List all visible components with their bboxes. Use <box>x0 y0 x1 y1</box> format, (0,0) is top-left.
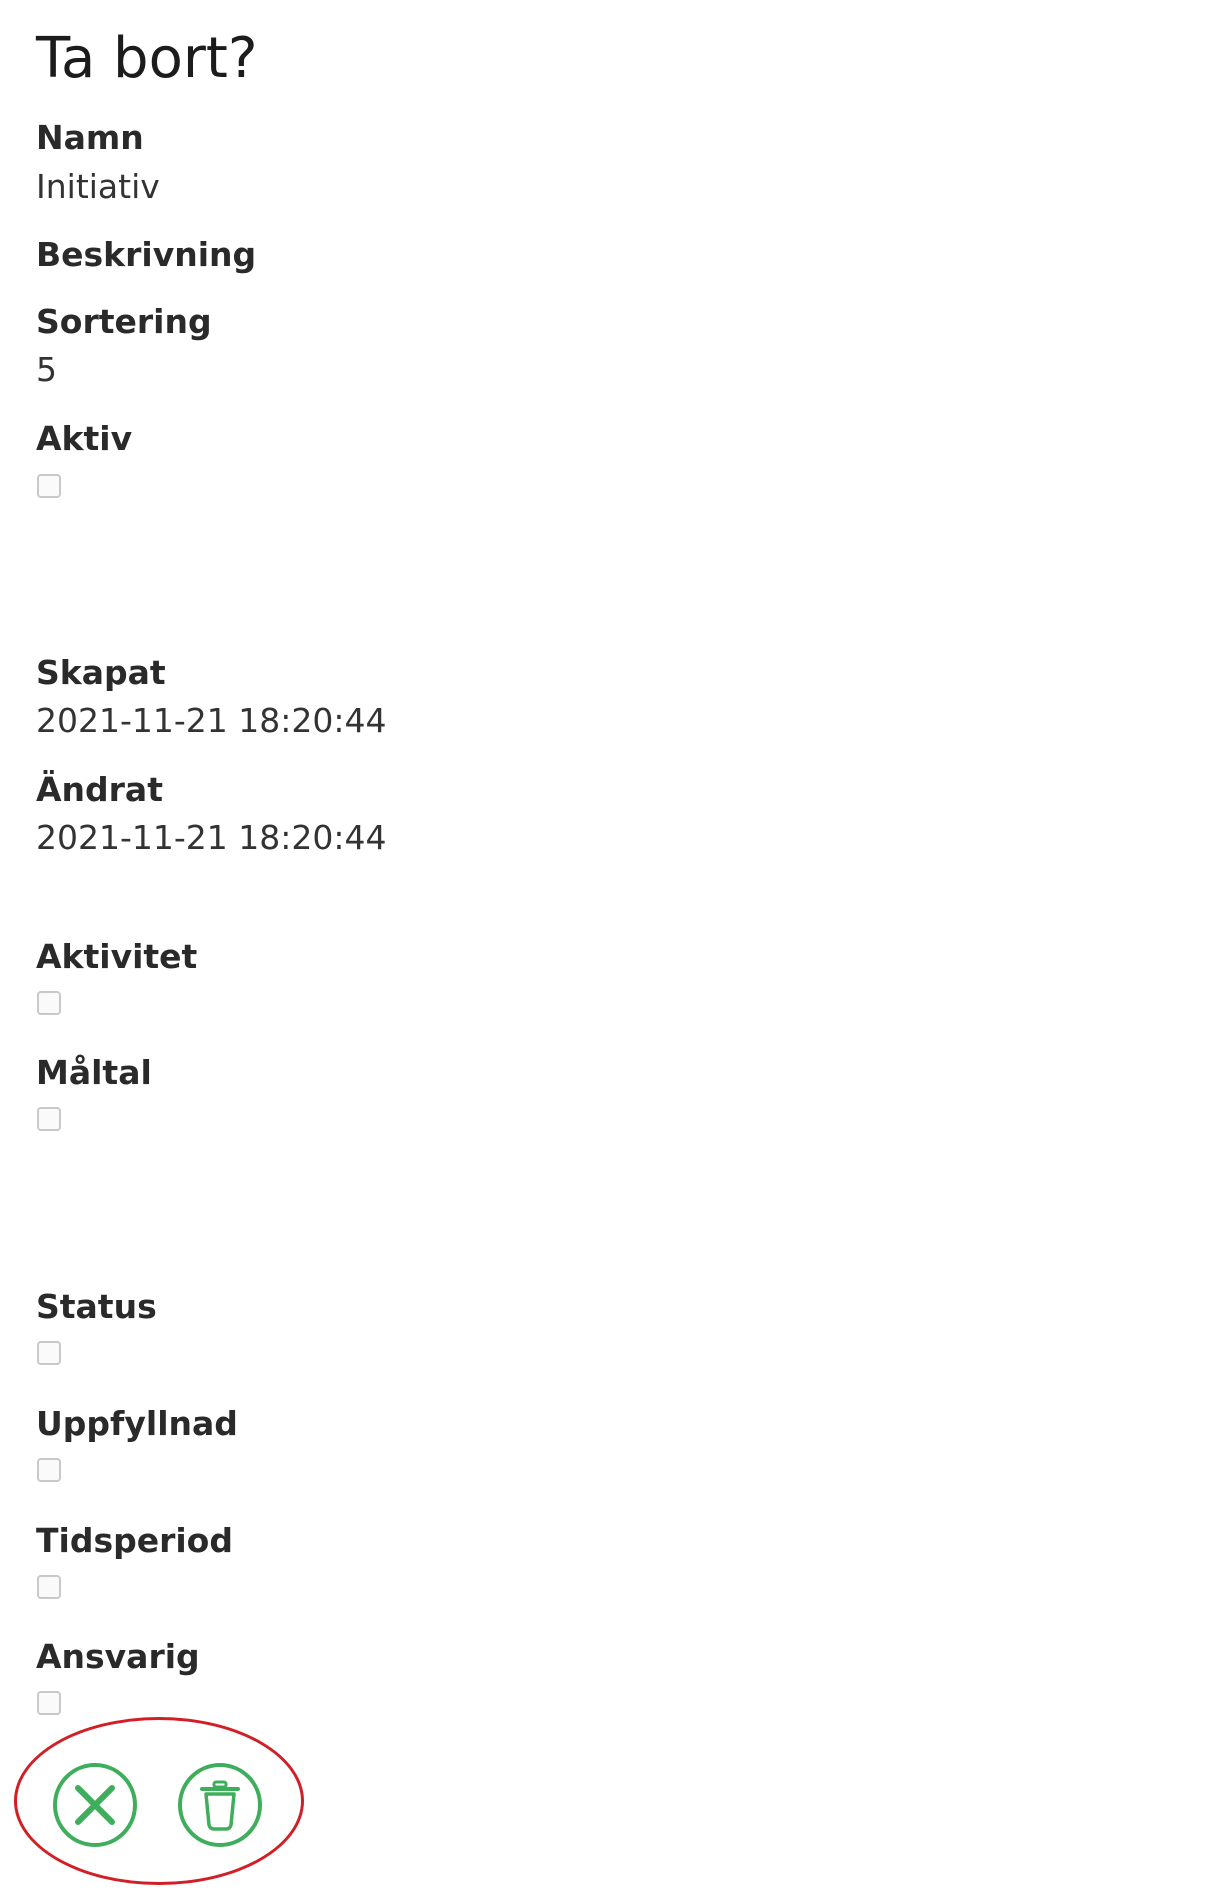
uppfyllnad-checkbox <box>37 1458 61 1482</box>
tidsperiod-label: Tidsperiod <box>36 1521 233 1560</box>
ansvarig-checkbox <box>37 1691 61 1715</box>
page-title: Ta bort? <box>36 26 258 91</box>
maltal-label: Måltal <box>36 1053 152 1092</box>
beskrivning-label: Beskrivning <box>36 235 257 274</box>
tidsperiod-checkbox <box>37 1575 61 1599</box>
sortering-value: 5 <box>36 350 57 389</box>
cancel-button[interactable] <box>53 1763 137 1847</box>
ansvarig-label: Ansvarig <box>36 1637 200 1676</box>
namn-label: Namn <box>36 118 144 157</box>
status-label: Status <box>36 1287 157 1326</box>
skapat-label: Skapat <box>36 653 166 692</box>
skapat-value: 2021-11-21 18:20:44 <box>36 701 387 740</box>
delete-button[interactable] <box>178 1763 262 1847</box>
status-checkbox <box>37 1341 61 1365</box>
sortering-label: Sortering <box>36 302 212 341</box>
close-icon <box>75 1785 115 1825</box>
aktivitet-checkbox <box>37 991 61 1015</box>
aktiv-checkbox <box>37 474 61 498</box>
trash-icon <box>200 1780 240 1831</box>
andrat-value: 2021-11-21 18:20:44 <box>36 818 387 857</box>
uppfyllnad-label: Uppfyllnad <box>36 1404 238 1443</box>
namn-value: Initiativ <box>36 167 160 206</box>
aktivitet-label: Aktivitet <box>36 937 198 976</box>
aktiv-label: Aktiv <box>36 419 133 458</box>
andrat-label: Ändrat <box>36 770 163 809</box>
maltal-checkbox <box>37 1107 61 1131</box>
